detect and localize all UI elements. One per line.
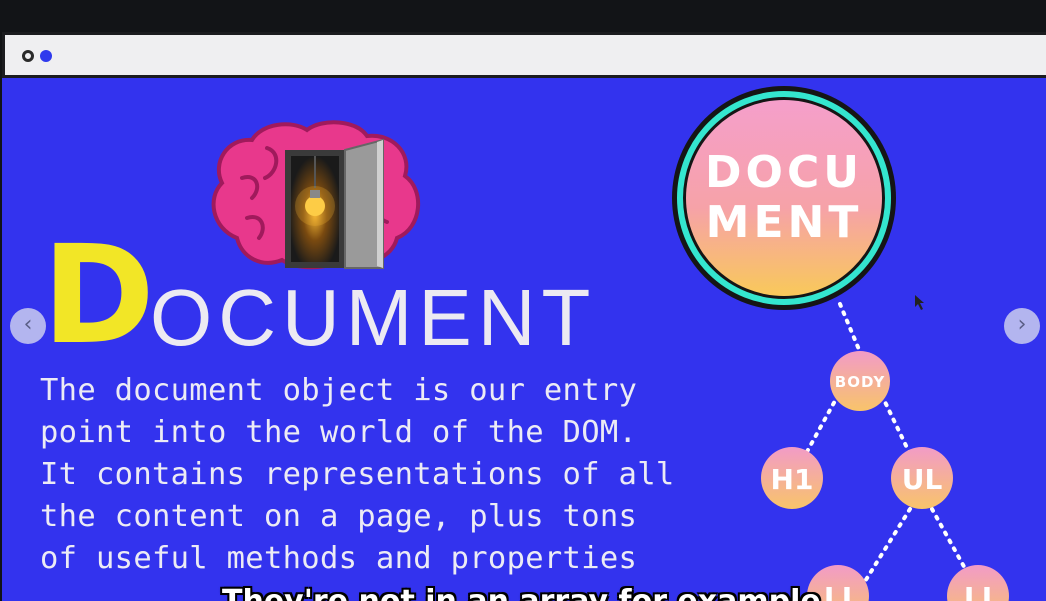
video-subtitle: They're not in an array for example: [222, 584, 842, 601]
slide: D OCUMENT The document object is our ent…: [2, 78, 1046, 601]
h1-node-label: H1: [771, 463, 814, 496]
body-node-label: BODY: [835, 373, 886, 391]
chevron-right-icon: ›: [1017, 312, 1027, 337]
browser-window: D OCUMENT The document object is our ent…: [2, 32, 1046, 601]
document-node-label-1: DOCU: [705, 147, 863, 198]
cursor-icon: [915, 295, 924, 310]
chevron-left-icon: ‹: [23, 312, 33, 337]
tree-edges: [790, 302, 984, 601]
top-bar: [0, 0, 1046, 32]
description-line: the content on a page, plus tons: [40, 499, 638, 534]
slide-description: The document object is our entry point i…: [40, 370, 700, 580]
description-line: It contains representations of all: [40, 457, 675, 492]
prev-slide-button[interactable]: ‹: [10, 308, 46, 344]
window-chrome: [2, 32, 1046, 78]
next-slide-button[interactable]: ›: [1004, 308, 1040, 344]
description-line: The document object is our entry: [40, 373, 638, 408]
title-initial: D: [42, 217, 155, 375]
dom-tree-diagram: DOCU MENT BODY H1 UL LI LI: [672, 86, 1009, 601]
window-dot-icon[interactable]: [22, 50, 34, 62]
description-line: point into the world of the DOM.: [40, 415, 638, 450]
window-dot-active-icon[interactable]: [40, 50, 52, 62]
li-node-right-label: LI: [964, 581, 992, 601]
document-node-label-2: MENT: [706, 197, 863, 248]
description-line: of useful methods and properties: [40, 541, 638, 576]
ul-node-label: UL: [902, 463, 943, 496]
brain-door-icon: [211, 120, 421, 270]
title-rest: OCUMENT: [150, 273, 597, 362]
